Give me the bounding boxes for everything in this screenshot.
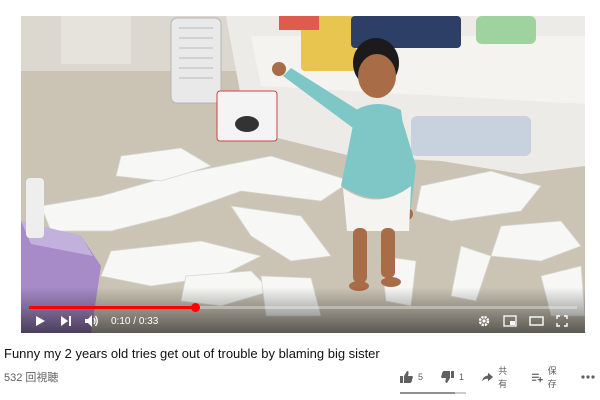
next-button[interactable] (55, 311, 77, 331)
volume-icon (85, 315, 98, 327)
volume-button[interactable] (81, 311, 103, 331)
next-icon (61, 316, 71, 326)
dislike-icon (441, 371, 455, 383)
like-ratio-fill (400, 392, 455, 394)
settings-icon (478, 315, 490, 327)
save-button[interactable]: 保存 (531, 364, 563, 390)
share-label: 共有 (498, 366, 508, 389)
miniplayer-icon (503, 315, 517, 327)
player-controls: 0:10 / 0:33 (29, 311, 577, 331)
theater-icon (528, 316, 544, 326)
theater-button[interactable] (525, 311, 547, 331)
dislike-button[interactable]: 1 (441, 371, 464, 383)
share-icon (482, 372, 494, 381)
fullscreen-button[interactable] (551, 311, 573, 331)
like-count: 5 (418, 372, 424, 382)
fullscreen-icon (556, 315, 568, 327)
progress-played (29, 306, 196, 309)
more-actions-button[interactable] (581, 375, 600, 379)
video-frame (21, 16, 585, 333)
like-ratio-bar (400, 392, 466, 394)
play-button[interactable] (29, 311, 51, 331)
video-actions: 5 1 共有 保存 (400, 366, 600, 389)
progress-bar[interactable] (29, 303, 577, 312)
add-to-playlist-icon (531, 373, 543, 382)
video-title: Funny my 2 years old tries get out of tr… (4, 346, 380, 361)
like-icon (400, 371, 413, 383)
like-button[interactable]: 5 (400, 371, 423, 383)
play-icon (36, 316, 45, 326)
settings-button[interactable] (473, 311, 495, 331)
duration: 0:33 (138, 315, 159, 327)
video-player[interactable]: 0:10 / 0:33 (21, 16, 585, 333)
time-separator: / (130, 315, 139, 327)
dislike-count: 1 (459, 372, 465, 382)
save-label: 保存 (547, 366, 557, 389)
time-display: 0:10 / 0:33 (111, 316, 158, 327)
miniplayer-button[interactable] (499, 311, 521, 331)
view-count: 532 回視聴 (4, 372, 59, 384)
more-icon (581, 375, 595, 379)
current-time: 0:10 (111, 315, 131, 327)
share-button[interactable]: 共有 (482, 364, 513, 390)
